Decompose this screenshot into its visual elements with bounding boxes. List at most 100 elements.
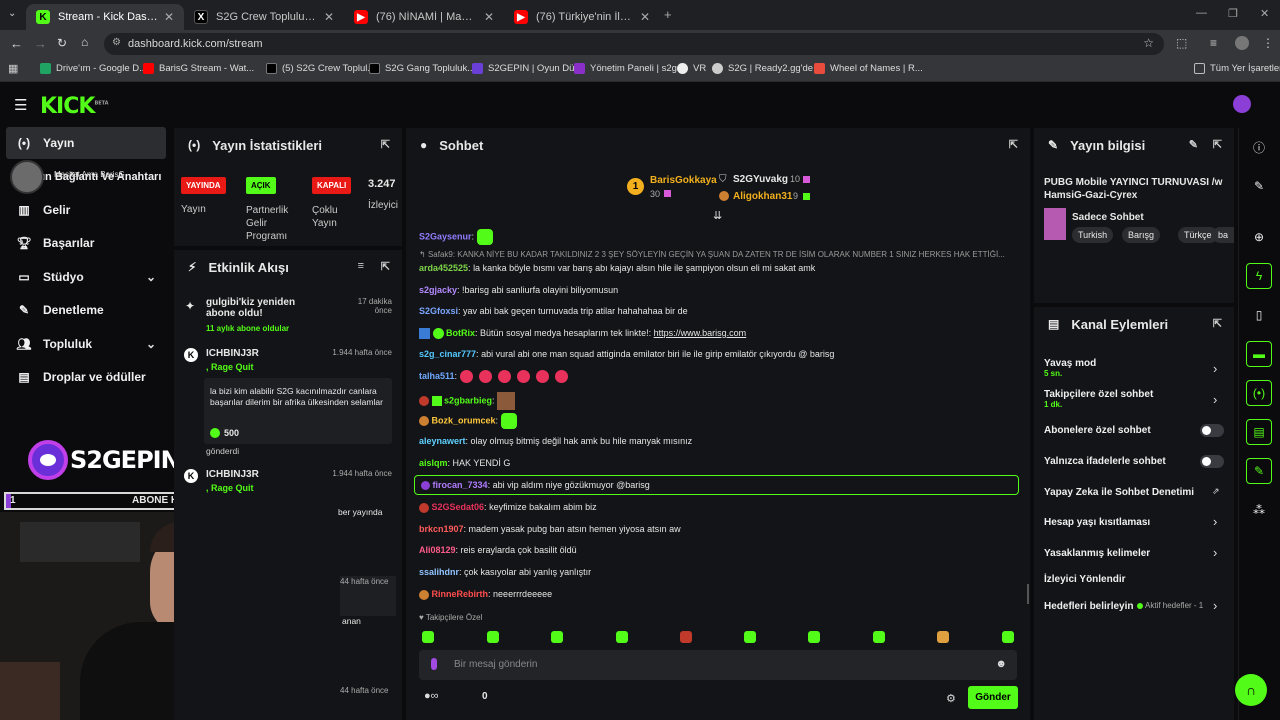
moderator-icon[interactable]: ⊕ [1246,224,1272,250]
all-bookmarks[interactable]: Tüm Yer İşaretleri [1194,63,1280,74]
tab-kick-dashboard[interactable]: K Stream - Kick Dashboard ✕ [26,4,184,30]
emote-icon[interactable] [873,631,885,643]
restore-icon[interactable]: ❐ [1228,7,1238,20]
new-tab-icon[interactable]: + [664,7,672,22]
emote-icon[interactable] [616,631,628,643]
bookmark-item[interactable]: Drive'ım - Google D... [40,63,147,74]
stream-category[interactable]: Sadece Sohbet [1072,212,1144,223]
site-info-icon[interactable]: ⚙ [112,37,121,48]
broadcast-icon[interactable]: (•) [1246,380,1272,406]
chat-username[interactable]: ssalihdnr [419,567,459,577]
chat-username[interactable]: S2Gaysenur [419,231,472,241]
bookmark-item[interactable]: Wheel of Names | R... [814,63,923,74]
chat-input-box[interactable]: Bir mesaj gönderin ☻ [419,650,1017,680]
tab-search-icon[interactable]: ⌄ [8,8,16,19]
hamburger-icon[interactable]: ☰ [14,96,27,114]
sidebar-item-basarilar[interactable]: 🏆︎ Başarılar [6,227,166,259]
popout-icon[interactable]: ⇱ [1213,138,1222,151]
emote-icon[interactable] [937,631,949,643]
leader-name[interactable]: S2GYuvakg [733,174,788,185]
bookmark-item[interactable]: S2GEPIN | Oyun Dü... [472,63,582,74]
extensions-icon[interactable]: ⬚ [1176,36,1187,50]
bookmark-item[interactable]: (5) S2G Crew Toplul... [266,63,375,74]
close-tab-icon[interactable]: ✕ [324,10,334,24]
tab-youtube-1[interactable]: ▶ (76) NİNAMİ | Madara Olduk # ✕ [344,4,504,30]
sidebar-item-gelir[interactable]: ▥ Gelir [6,194,166,226]
stream-tag[interactable]: ba [1212,227,1234,243]
close-window-icon[interactable]: ✕ [1260,7,1269,20]
info-icon[interactable]: ⓘ [1246,134,1272,160]
emote-icon[interactable] [1002,631,1014,643]
group-icon[interactable]: ⁂ [1246,497,1272,523]
tab-youtube-2[interactable]: ▶ (76) Türkiye'nin İlk Seri Katili: A ✕ [504,4,660,30]
tab-x[interactable]: X S2G Crew Topluluk / X ✕ [184,4,344,30]
emoji-picker-icon[interactable]: ☻ [995,658,1007,670]
wrench-icon[interactable]: ✎ [1246,458,1272,484]
banned-words-row[interactable]: Yasaklanmış kelimeler [1044,548,1150,559]
chevron-right-icon[interactable]: › [1213,361,1217,376]
chat-username[interactable]: BotRix [446,328,475,338]
subscribers-only-toggle[interactable] [1200,424,1224,437]
apps-icon[interactable]: ▦ [8,62,18,75]
chat-username[interactable]: Bozk_orumcek [432,415,496,425]
emote-icon[interactable] [487,631,499,643]
emote-icon[interactable] [744,631,756,643]
edit-icon[interactable]: ✎ [1189,138,1198,151]
bookmark-star-icon[interactable]: ☆ [1143,36,1154,50]
chat-username[interactable]: arda452525 [419,263,468,273]
popout-icon[interactable]: ⇱ [1213,317,1222,330]
popout-icon[interactable]: ⇱ [381,260,390,273]
chevron-right-icon[interactable]: › [1213,514,1217,529]
kick-logo[interactable]: KICKBETA [40,94,109,119]
chat-username[interactable]: brkcn1907 [419,524,464,534]
forward-icon[interactable]: → [34,36,47,51]
close-tab-icon[interactable]: ✕ [640,10,650,24]
chat-scrollbar[interactable] [1027,584,1029,604]
edit-icon[interactable]: ✎ [1246,173,1272,199]
account-age-row[interactable]: Hesap yaşı kısıtlaması [1044,517,1150,528]
emote-icon[interactable] [808,631,820,643]
reply-preview[interactable]: ↰ Safak9: KANKA NİYE BU KADAR TAKILDINIZ… [419,250,1013,259]
sidebar-item-yayin[interactable]: (•) Yayın [6,127,166,159]
stream-tag[interactable]: Barışg [1122,227,1161,243]
popout-icon[interactable]: ⇱ [381,138,390,151]
chat-username[interactable]: aislqm [419,458,448,468]
chat-icon[interactable]: ▬ [1246,341,1272,367]
menu-icon[interactable]: ⋮ [1262,36,1274,50]
bookmark-item[interactable]: BarisG Stream - Wat... [143,63,254,74]
sidebar-item-studyo[interactable]: ▭ Stüdyo ⌄ [6,261,166,293]
close-tab-icon[interactable]: ✕ [164,10,174,24]
media-icon[interactable]: ≡ [1210,36,1217,50]
emote-icon[interactable] [422,631,434,643]
support-headset-icon[interactable]: ∩ [1235,674,1267,706]
filter-icon[interactable]: ≡ [358,260,364,272]
bookmark-item[interactable]: Yönetim Paneli | s2g... [574,63,685,74]
bookmark-item[interactable]: S2G | Ready2.gg'de... [712,63,821,74]
raid-row[interactable]: İzleyici Yönlendir [1044,574,1126,585]
popout-icon[interactable]: ⇱ [1009,138,1018,151]
chevron-right-icon[interactable]: › [1213,598,1217,613]
chat-link[interactable]: https://www.barisg.com [654,328,747,338]
bookmark-item[interactable]: S2G Gang Topluluk... [369,63,475,74]
slow-mode-row[interactable]: Yavaş mod 5 sn. [1044,358,1096,378]
profile-avatar[interactable] [1235,36,1249,50]
chat-username[interactable]: aleynawert [419,436,466,446]
stats-icon[interactable]: ▤ [1246,419,1272,445]
leader-name[interactable]: Aligokhan31 [733,191,792,202]
mic-icon[interactable] [431,658,437,670]
external-link-icon[interactable]: ⇗ [1212,486,1220,497]
url-field[interactable]: ⚙ dashboard.kick.com/stream ☆ [104,33,1164,55]
sidebar-item-droplar[interactable]: ▤ Droplar ve ödüller [6,361,166,393]
leader-name[interactable]: BarisGokkaya [650,175,717,186]
minimize-icon[interactable]: — [1196,7,1207,19]
emote-icon[interactable] [680,631,692,643]
user-avatar[interactable] [1233,95,1251,113]
chat-username[interactable]: S2Gfoxsi [419,306,458,316]
chat-username[interactable]: S2GSedat06 [432,502,485,512]
close-tab-icon[interactable]: ✕ [484,10,494,24]
chat-username[interactable]: Ali08129 [419,545,456,555]
chat-username[interactable]: RinneRebirth [432,589,489,599]
channel-points-icon[interactable]: ●∞ [424,690,439,702]
bookmark-item[interactable]: VR [677,63,706,74]
chat-username[interactable]: s2gbarbieg [444,395,492,405]
